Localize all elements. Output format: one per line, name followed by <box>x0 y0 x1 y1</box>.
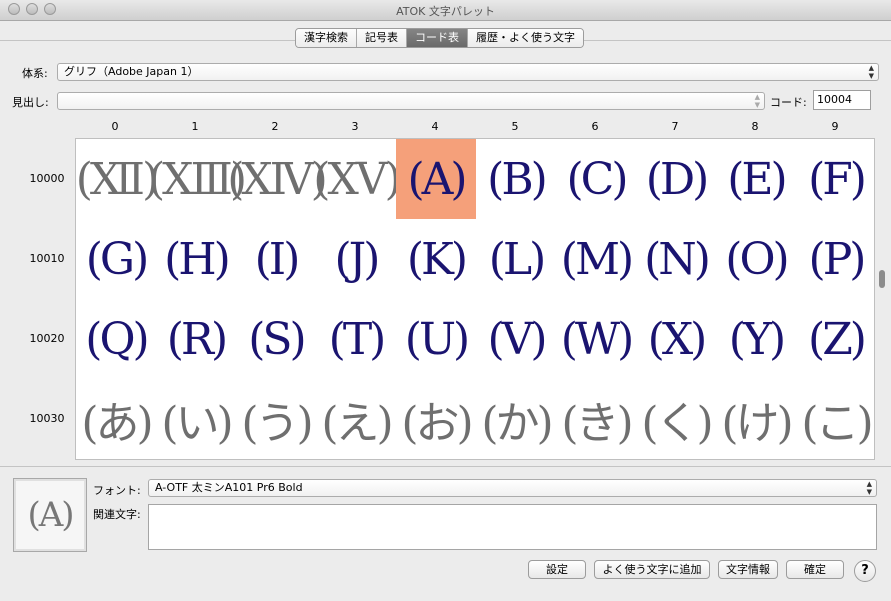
glyph-cell[interactable]: (F) <box>796 139 874 219</box>
column-header: 1 <box>191 120 199 133</box>
code-input[interactable]: 10004 <box>813 90 871 110</box>
glyph-cell[interactable]: (か) <box>476 379 556 459</box>
add-favorite-button[interactable]: よく使う文字に追加 <box>594 560 710 579</box>
glyph-cell[interactable]: (え) <box>316 379 396 459</box>
column-header: 0 <box>111 120 119 133</box>
glyph-cell[interactable]: (Y) <box>716 299 796 379</box>
glyph-cell[interactable]: (N) <box>636 219 716 299</box>
title-bar: ATOK 文字パレット <box>0 0 891 21</box>
glyph-cell[interactable]: (A) <box>396 139 476 219</box>
glyph-cell[interactable]: (S) <box>236 299 316 379</box>
heading-select[interactable]: ▲ ▼ <box>57 92 765 110</box>
glyph-cell[interactable]: (ⅩⅢ) <box>148 139 247 219</box>
glyph-cell[interactable]: (Q) <box>76 299 156 379</box>
glyph-cell[interactable]: (R) <box>156 299 236 379</box>
glyph-cell[interactable]: (O) <box>716 219 796 299</box>
glyph-cell[interactable]: (W) <box>556 299 636 379</box>
column-header: 3 <box>351 120 359 133</box>
glyph-cell[interactable]: (B) <box>476 139 556 219</box>
column-header: 6 <box>591 120 599 133</box>
glyph-cell[interactable]: (T) <box>316 299 396 379</box>
column-header: 7 <box>671 120 679 133</box>
tab-kanji-search[interactable]: 漢字検索 <box>296 29 357 47</box>
grid-scrollbar[interactable] <box>876 138 888 458</box>
glyph-cell[interactable]: (け) <box>716 379 796 459</box>
glyph-cell[interactable]: (ⅩⅤ) <box>313 139 401 219</box>
tab-symbol-table[interactable]: 記号表 <box>357 29 407 47</box>
glyph-cell[interactable]: (M) <box>556 219 636 299</box>
glyph-preview: (A) <box>13 478 87 552</box>
column-header: 8 <box>751 120 759 133</box>
chevron-updown-icon: ▲ ▼ <box>868 64 874 80</box>
row-header: 10020 <box>29 332 65 345</box>
glyph-cell[interactable]: (い) <box>156 379 236 459</box>
column-header: 9 <box>831 120 839 133</box>
glyph-cell[interactable]: (U) <box>396 299 476 379</box>
glyph-cell[interactable]: (ⅩⅣ) <box>227 139 328 219</box>
tab-history-favorites[interactable]: 履歴・よく使う文字 <box>468 29 583 47</box>
glyph-cell[interactable]: (こ) <box>796 379 874 459</box>
glyph-cell[interactable]: (く) <box>636 379 716 459</box>
glyph-cell[interactable]: (X) <box>636 299 716 379</box>
glyph-cell[interactable]: (K) <box>396 219 476 299</box>
glyph-cell[interactable]: (う) <box>236 379 316 459</box>
chevron-updown-icon: ▲ ▼ <box>866 480 872 496</box>
font-select[interactable]: A-OTF 太ミンA101 Pr6 Bold ▲ ▼ <box>148 479 877 497</box>
help-button[interactable]: ? <box>854 560 876 582</box>
glyph-cell[interactable]: (き) <box>556 379 636 459</box>
glyph-cell[interactable]: (あ) <box>76 379 156 459</box>
tab-code-table[interactable]: コード表 <box>407 29 468 47</box>
glyph-cell[interactable]: (I) <box>236 219 316 299</box>
glyph-cell[interactable]: (E) <box>716 139 796 219</box>
system-label: 体系: <box>22 67 48 80</box>
glyph-cell[interactable]: (H) <box>156 219 236 299</box>
glyph-cell[interactable]: (V) <box>476 299 556 379</box>
column-header: 5 <box>511 120 519 133</box>
glyph-cell[interactable]: (C) <box>556 139 636 219</box>
confirm-button[interactable]: 確定 <box>786 560 844 579</box>
glyph-cell[interactable]: (お) <box>396 379 476 459</box>
glyph-cell[interactable]: (D) <box>636 139 716 219</box>
row-header: 10030 <box>29 412 65 425</box>
column-header: 2 <box>271 120 279 133</box>
scrollbar-thumb[interactable] <box>879 270 885 288</box>
row-header: 10000 <box>29 172 65 185</box>
glyph-cell[interactable]: (Z) <box>796 299 874 379</box>
related-label: 関連文字: <box>93 508 141 521</box>
system-select[interactable]: グリフ（Adobe Japan 1） ▲ ▼ <box>57 63 879 81</box>
row-header: 10010 <box>29 252 65 265</box>
tab-bar: 漢字検索 記号表 コード表 履歴・よく使う文字 <box>295 28 584 48</box>
code-table-grid: (Ⅻ) (ⅩⅢ) (ⅩⅣ) (ⅩⅤ) (A) (B) (C) (D) (E) (F) (G) (H)(… <box>75 138 875 460</box>
related-characters-field[interactable] <box>148 504 877 550</box>
code-label: コード: <box>770 96 807 109</box>
settings-button[interactable]: 設定 <box>528 560 586 579</box>
glyph-cell[interactable]: (J) <box>316 219 396 299</box>
char-info-button[interactable]: 文字情報 <box>718 560 778 579</box>
glyph-cell[interactable]: (G) <box>76 219 156 299</box>
heading-label: 見出し: <box>12 96 49 109</box>
font-select-value: A-OTF 太ミンA101 Pr6 Bold <box>155 481 303 494</box>
system-select-value: グリフ（Adobe Japan 1） <box>64 65 199 78</box>
window-title: ATOK 文字パレット <box>396 5 495 18</box>
font-label: フォント: <box>93 484 141 497</box>
bottom-divider <box>0 466 891 467</box>
column-header: 4 <box>431 120 439 133</box>
glyph-cell[interactable]: (P) <box>796 219 874 299</box>
glyph-cell[interactable]: (Ⅻ) <box>76 139 159 219</box>
glyph-cell[interactable]: (L) <box>476 219 556 299</box>
chevron-updown-icon: ▲ ▼ <box>754 93 760 109</box>
